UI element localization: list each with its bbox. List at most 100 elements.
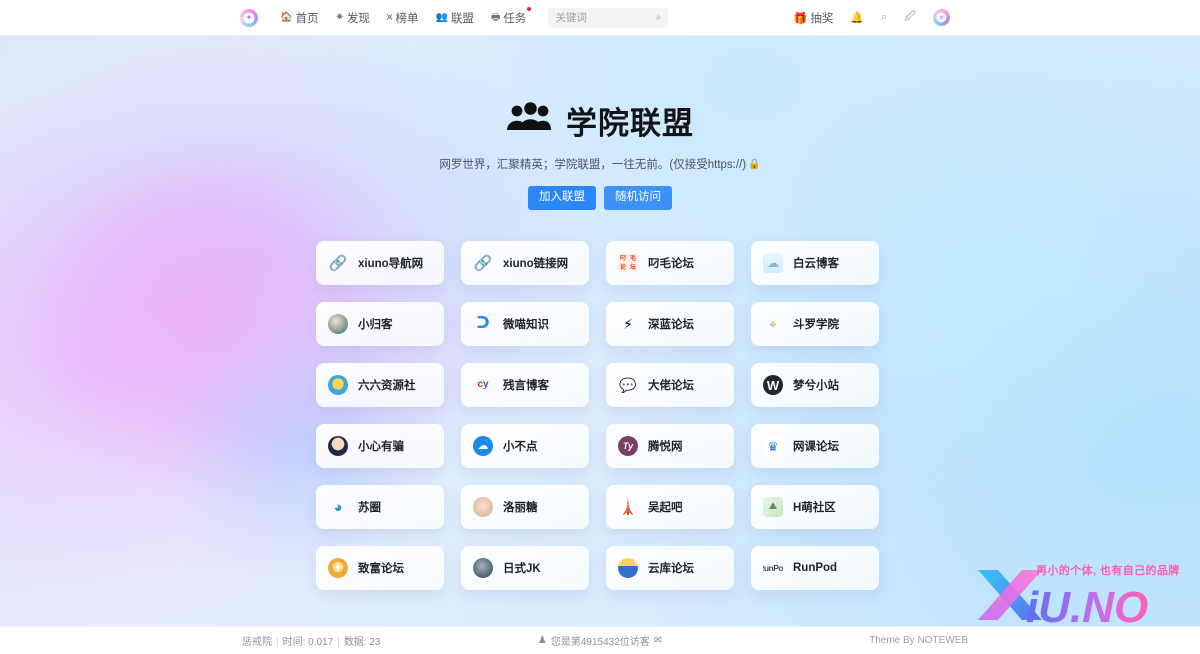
mail-icon[interactable]: ✉: [654, 635, 662, 646]
alliance-card-label: 小归客: [358, 319, 393, 331]
gift-icon: 🎁: [793, 12, 808, 25]
alliance-card-label: 网课论坛: [793, 441, 839, 453]
search-box[interactable]: 关键词 ⌕: [548, 7, 669, 28]
alliance-card[interactable]: 🔗 xiuno链接网: [461, 241, 589, 285]
alliance-card[interactable]: ◕ 苏圈: [316, 485, 444, 529]
lock-icon: 🔒: [748, 158, 761, 170]
runpod-logo-icon: RunPod: [763, 562, 783, 573]
search-icon[interactable]: ⌕: [881, 11, 887, 24]
alliance-card-label: 小不点: [503, 441, 538, 453]
cat-avatar-icon: [473, 497, 493, 517]
join-alliance-button[interactable]: 加入联盟: [528, 186, 596, 210]
hero-subtitle: 网罗世界，汇聚精英；学院联盟，一往无前。(仅接受https://) 🔒: [0, 156, 1200, 172]
alliance-card[interactable]: 小心有骗: [316, 424, 444, 468]
nav-right-group: 🎁 抽奖 🔔 ⌕ 🖉: [793, 8, 950, 27]
alliance-card[interactable]: Ty 腾悦网: [606, 424, 734, 468]
lottery-label: 抽奖: [810, 12, 834, 25]
alliance-card-label: 微喵知识: [503, 319, 549, 331]
alliance-card[interactable]: 云库论坛: [606, 546, 734, 590]
alliance-card[interactable]: ⛰ H萌社区: [751, 485, 879, 529]
alliance-card-label: 残言博客: [503, 380, 549, 392]
alliance-card[interactable]: 叼毛论坛叼毛论坛: [606, 241, 734, 285]
blue-swirl-icon: ᑐ: [476, 315, 490, 332]
nav-item-rankings[interactable]: ⩙ 榜单: [387, 10, 419, 26]
alliance-card-label: 洛丽糖: [503, 502, 538, 514]
red-seal-icon: 叼毛论坛: [618, 254, 638, 272]
page-root: 🏠 首页 ✷ 发现 ⩙ 榜单 👥 联盟 🖶 任务 关键词 ⌕: [0, 0, 1200, 654]
page-footer: 惩戒院 | 时间: 0.017 | 数据: 23 ♟ 您是第4915432位访客 ✉ T…: [0, 626, 1200, 654]
compass-icon: ✷: [335, 11, 344, 23]
hero-subtitle-text: 网罗世界，汇聚精英；学院联盟，一往无前。(仅接受https://): [439, 159, 747, 171]
monument-icon: 🗼: [618, 498, 638, 516]
landscape-photo-icon: ⛰: [763, 497, 783, 517]
users-icon: 👥: [435, 11, 448, 23]
nav-item-label: 榜单: [395, 12, 419, 25]
alliance-card[interactable]: ⌖ 斗罗学院: [751, 302, 879, 346]
tasks-badge-dot: [527, 6, 532, 11]
nav-item-alliance[interactable]: 👥 联盟: [435, 10, 473, 26]
alliance-card-label: 大佬论坛: [648, 380, 694, 392]
hero-section: 学院联盟 网罗世界，汇聚精英；学院联盟，一往无前。(仅接受https://) 🔒…: [0, 36, 1200, 210]
compose-icon[interactable]: 🖉: [904, 8, 916, 27]
alliance-card-label: 致富论坛: [358, 563, 404, 575]
nav-item-home[interactable]: 🏠 首页: [280, 10, 318, 26]
alliance-card[interactable]: ☁ 小不点: [461, 424, 589, 468]
alliance-card[interactable]: 小归客: [316, 302, 444, 346]
page-title: 学院联盟: [0, 98, 1200, 143]
police-officer-icon: [328, 436, 348, 456]
alliance-card-label: 叼毛论坛: [648, 258, 694, 270]
alliance-card[interactable]: ✦ 致富论坛: [316, 546, 444, 590]
top-navbar: 🏠 首页 ✷ 发现 ⩙ 榜单 👥 联盟 🖶 任务 关键词 ⌕: [0, 0, 1200, 36]
alliance-card-grid: 🔗 xiuno导航网 🔗 xiuno链接网 叼毛论坛叼毛论坛 ☁ 白云博客 小归客 ᑐ 微喵知识 ⚡…: [316, 241, 884, 590]
wordpress-icon: W: [763, 375, 783, 395]
sun-cloud-icon: [618, 558, 638, 578]
sparkle-logo-icon[interactable]: [240, 8, 258, 27]
alliance-card[interactable]: ᑐ 微喵知识: [461, 302, 589, 346]
link-edit-icon: 🔗: [328, 254, 348, 272]
alliance-card-label: 深蓝论坛: [648, 319, 694, 331]
alliance-card[interactable]: ♛ 网课论坛: [751, 424, 879, 468]
user-avatar[interactable]: [933, 9, 950, 26]
alliance-card-label: 六六资源社: [358, 380, 416, 392]
footer-site-name: 惩戒院: [242, 637, 272, 648]
speech-bubbles-icon: 💬: [619, 377, 637, 393]
home-icon: 🏠: [280, 11, 293, 23]
alliance-card[interactable]: 日式JK: [461, 546, 589, 590]
alliance-card[interactable]: 🔗 xiuno导航网: [316, 241, 444, 285]
lottery-button[interactable]: 🎁 抽奖: [793, 10, 833, 26]
nav-item-label: 首页: [295, 12, 319, 25]
alliance-card[interactable]: 六六资源社: [316, 363, 444, 407]
alliance-card-label: 日式JK: [503, 563, 541, 575]
footer-data-count: 数据: 23: [343, 637, 381, 648]
alliance-card[interactable]: ☁ 白云博客: [751, 241, 879, 285]
nav-item-tasks[interactable]: 🖶 任务: [490, 6, 532, 26]
hero-buttons: 加入联盟 随机访问: [0, 186, 1200, 210]
alliance-card[interactable]: c y 残言博客: [461, 363, 589, 407]
footer-separator: |: [276, 637, 279, 648]
cy-logo-icon: cy: [477, 379, 489, 390]
lightning-bolt-icon: ⚡: [623, 316, 633, 332]
footer-left-info: 惩戒院 | 时间: 0.017 | 数据: 23: [242, 633, 381, 648]
alliance-card[interactable]: 💬 大佬论坛: [606, 363, 734, 407]
bell-icon[interactable]: 🔔: [850, 11, 864, 24]
random-visit-button[interactable]: 随机访问: [604, 186, 672, 210]
alliance-card[interactable]: RunPod RunPod: [751, 546, 879, 590]
cloud-rabbit-icon: ☁: [763, 253, 783, 273]
person-icon: ♟: [537, 635, 547, 646]
alliance-card[interactable]: W 梦兮小站: [751, 363, 879, 407]
gold-coin-icon: ✦: [328, 558, 348, 578]
helmet-face-icon: [328, 375, 348, 395]
alliance-card[interactable]: ⚡ 深蓝论坛: [606, 302, 734, 346]
footer-theme-credit: Theme By NOTEWEB: [869, 635, 968, 646]
compass-emblem-icon: ⌖: [769, 316, 777, 332]
alliance-card[interactable]: 洛丽糖: [461, 485, 589, 529]
tasks-icon: 🖶: [490, 11, 501, 23]
alliance-card-label: xiuno导航网: [358, 258, 424, 270]
search-input-placeholder[interactable]: 关键词: [555, 10, 655, 25]
alliance-card-label: 腾悦网: [648, 441, 683, 453]
cloud-icon: ☁: [473, 436, 493, 456]
search-icon[interactable]: ⌕: [656, 12, 662, 23]
nav-item-discover[interactable]: ✷ 发现: [335, 10, 369, 26]
alliance-card-label: 苏圈: [358, 502, 381, 514]
alliance-card[interactable]: 🗼 吴起吧: [606, 485, 734, 529]
